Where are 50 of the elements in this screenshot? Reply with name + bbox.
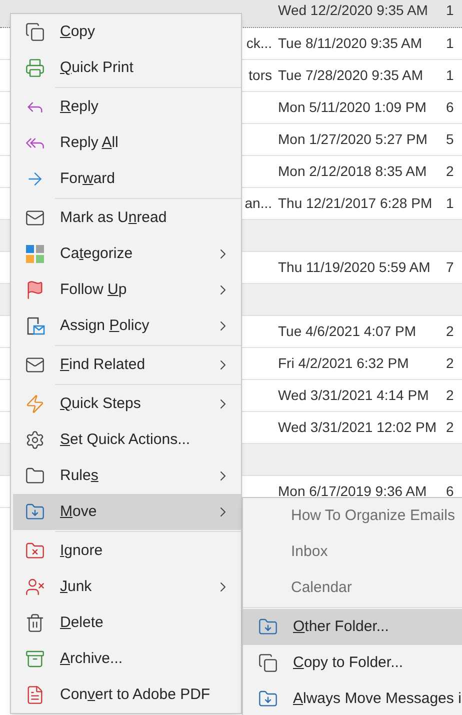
count-text: 2 [446, 386, 454, 405]
menu-item-label: Ignore [60, 540, 103, 561]
count-text: 1 [446, 34, 454, 53]
count-text: 1 [446, 1, 454, 20]
date-text: Tue 4/6/2021 4:07 PM [278, 322, 416, 341]
menu-item-label: Quick Print [60, 58, 134, 78]
menu-item-label: Always Move Messages i [293, 688, 462, 709]
subject-text: an... [244, 194, 272, 213]
count-text: 5 [446, 130, 454, 149]
count-text: 2 [446, 162, 454, 181]
date-text: Thu 12/21/2017 6:28 PM [278, 194, 432, 213]
menu-item-label: Rules [60, 466, 98, 486]
date-text: Wed 12/2/2020 9:35 AM [278, 1, 428, 20]
menu-item-label: Copy to Folder... [293, 652, 404, 673]
date-text: Mon 1/27/2020 5:27 PM [278, 130, 428, 149]
menu-item-label: Reply All [60, 132, 118, 153]
count-text: 1 [446, 66, 454, 85]
subject-text: tors [248, 66, 272, 85]
menu-item-label: Junk [60, 576, 92, 597]
date-text: Tue 7/28/2020 9:35 AM [278, 66, 424, 85]
date-text: Tue 8/11/2020 9:35 AM [278, 34, 422, 53]
menu-item-label: Delete [60, 612, 104, 633]
date-text: Mon 2/12/2018 8:35 AM [278, 162, 427, 181]
date-text: Mon 6/17/2019 9:36 AM [278, 482, 427, 501]
count-text: 2 [446, 322, 454, 341]
menu-item-label: Find Related [60, 354, 146, 375]
date-text: Wed 3/31/2021 12:02 PM [278, 418, 437, 437]
count-text: 2 [446, 418, 454, 437]
menu-item-label: Reply [60, 96, 98, 117]
menu-item-label: Other Folder... [293, 616, 389, 637]
menu-item-label: Set Quick Actions... [60, 430, 190, 450]
menu-item-label: Convert to Adobe PDF [60, 684, 210, 705]
count-text: 6 [446, 482, 454, 501]
menu-item-label: Forward [60, 168, 116, 189]
count-text: 1 [446, 194, 454, 213]
date-text: Wed 3/31/2021 4:14 PM [278, 386, 429, 405]
date-text: Fri 4/2/2021 6:32 PM [278, 354, 409, 373]
subject-text: ck... [246, 34, 272, 53]
menu-item-label: Archive... [60, 648, 123, 669]
date-text: Mon 5/11/2020 1:09 PM [278, 98, 426, 117]
menu-item-label: Follow Up [60, 280, 127, 300]
count-text: 2 [446, 354, 454, 373]
menu-item-label: Quick Steps [60, 394, 141, 414]
count-text: 7 [446, 258, 454, 277]
menu-item-label: Move [60, 502, 97, 522]
count-text: 6 [446, 98, 454, 117]
date-text: Thu 11/19/2020 5:59 AM [278, 258, 430, 277]
menu-item-label: Assign Policy [60, 316, 150, 336]
menu-item-label: Mark as Unread [60, 208, 167, 228]
menu-item-label: Categorize [60, 244, 133, 264]
